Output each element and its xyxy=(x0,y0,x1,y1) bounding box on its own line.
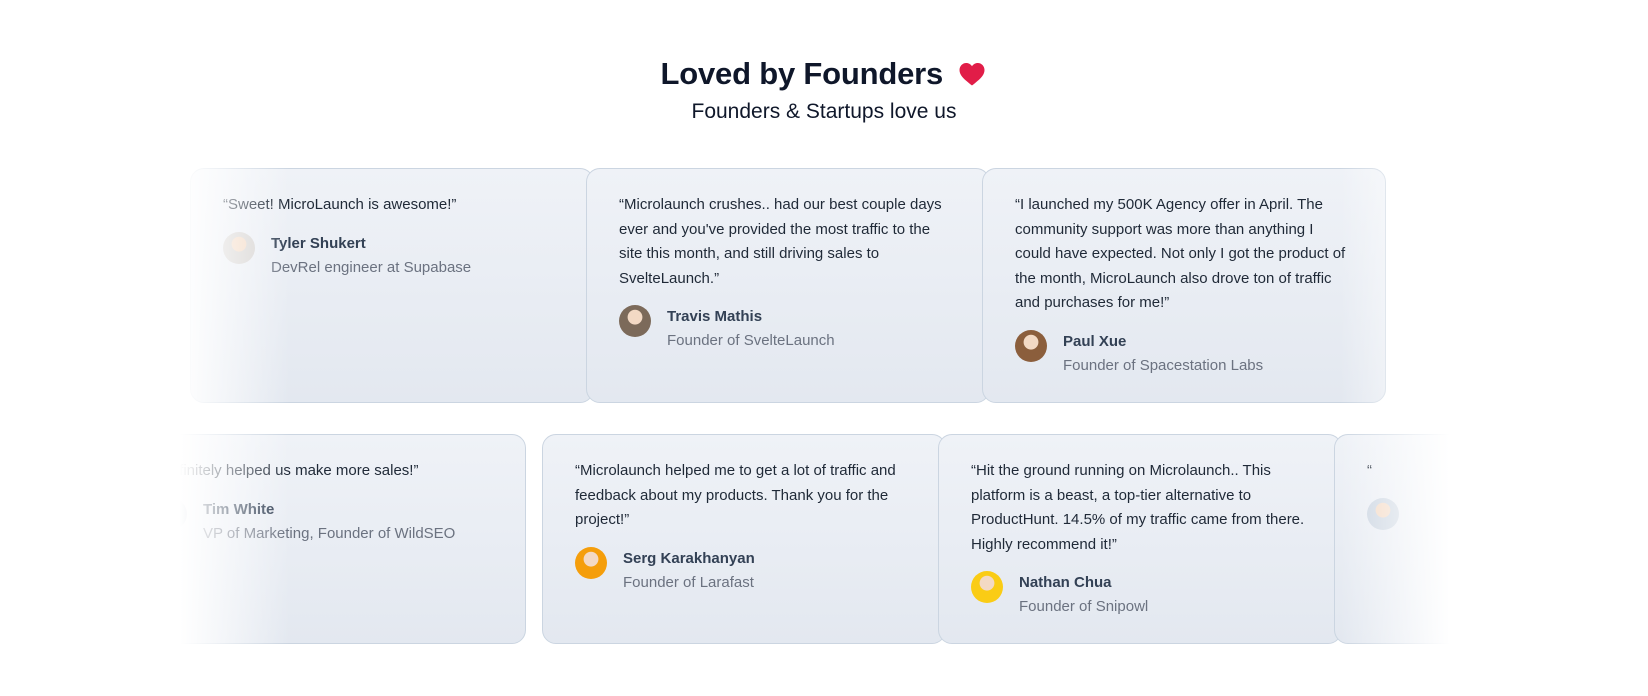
author-name: Nathan Chua xyxy=(1019,574,1112,591)
testimonial-card: “Sweet! MicroLaunch is awesome!” Tyler Sh… xyxy=(190,168,594,403)
section-title-text: Loved by Founders xyxy=(660,56,944,91)
testimonial-author: Serg Karakhanyan Founder of Larafast xyxy=(575,546,913,595)
testimonial-card: “I launched my 500K Agency offer in Apri… xyxy=(982,168,1386,403)
testimonial-quote: “Sweet! MicroLaunch is awesome!” xyxy=(223,196,457,213)
avatar xyxy=(971,571,1003,603)
testimonial-quote: “Microlaunch helped me to get a lot of t… xyxy=(575,462,896,528)
author-info: Nathan Chua Founder of Snipowl xyxy=(1019,571,1148,619)
section-subtitle: Founders & Startups love us xyxy=(691,100,957,123)
author-info: Tyler Shukert DevRel engineer at Supabase xyxy=(271,232,471,280)
avatar xyxy=(1367,497,1399,530)
avatar xyxy=(619,305,651,337)
testimonial-quote: “Microlaunch crushes.. had our best coup… xyxy=(619,196,942,287)
author-role: Founder of SvelteLaunch xyxy=(667,332,835,349)
testimonial-card: “Microlaunch helped me to get a lot of t… xyxy=(542,434,946,644)
author-name: Travis Mathis xyxy=(667,308,763,325)
author-info: Travis Mathis Founder of SvelteLaunch xyxy=(667,305,835,353)
author-role: Founder of Snipowl xyxy=(1019,598,1149,615)
author-name: Tim White xyxy=(203,500,275,518)
testimonial-card: “ xyxy=(1334,434,1450,644)
testimonial-author xyxy=(1367,497,1450,530)
testimonial-author: Paul Xue Founder of Spacestation Labs xyxy=(1015,329,1353,378)
heart-icon xyxy=(957,59,987,95)
author-name: Paul Xue xyxy=(1063,332,1127,350)
testimonial-author: Tyler Shukert DevRel engineer at Supabase xyxy=(223,231,561,280)
author-info: Paul Xue Founder of Spacestation Labs xyxy=(1063,330,1263,378)
testimonial-quote: “ xyxy=(1367,462,1372,479)
testimonial-card: “Definitely helped us make more sales!” T… xyxy=(180,434,526,644)
testimonial-quote: “Definitely helped us make more sales!” xyxy=(180,462,419,479)
testimonial-author: Tim White VP of Marketing, Founder of Wil… xyxy=(180,497,493,546)
avatar xyxy=(223,231,255,264)
section-title: Loved by Founders xyxy=(0,56,1648,95)
avatar xyxy=(575,546,607,579)
author-name: Tyler Shukert xyxy=(271,234,366,252)
testimonial-author: Nathan Chua Founder of Snipowl xyxy=(971,571,1309,619)
author-info: Serg Karakhanyan Founder of Larafast xyxy=(623,547,755,595)
author-name: Serg Karakhanyan xyxy=(623,549,755,567)
author-info: Tim White VP of Marketing, Founder of Wil… xyxy=(203,498,455,546)
testimonial-card: “Hit the ground running on Microlaunch..… xyxy=(938,434,1342,644)
testimonials-section: Loved by Founders Founders & Startups lo… xyxy=(0,0,1648,696)
author-role: Founder of Spacestation Labs xyxy=(1063,356,1264,374)
avatar xyxy=(180,497,187,530)
avatar xyxy=(1015,329,1047,362)
author-role: VP of Marketing, Founder of WildSEO xyxy=(203,524,456,542)
author-role: Founder of Larafast xyxy=(623,573,754,591)
testimonial-row-2: “Definitely helped us make more sales!” T… xyxy=(180,434,1450,644)
testimonial-author: Travis Mathis Founder of SvelteLaunch xyxy=(619,305,957,353)
author-role: DevRel engineer at Supabase xyxy=(271,258,472,276)
testimonial-card: “Microlaunch crushes.. had our best coup… xyxy=(586,168,990,403)
testimonial-quote: “Hit the ground running on Microlaunch..… xyxy=(971,462,1305,553)
testimonial-quote: “I launched my 500K Agency offer in Apri… xyxy=(1015,196,1346,311)
testimonial-row-1: “Sweet! MicroLaunch is awesome!” Tyler Sh… xyxy=(180,168,1450,405)
